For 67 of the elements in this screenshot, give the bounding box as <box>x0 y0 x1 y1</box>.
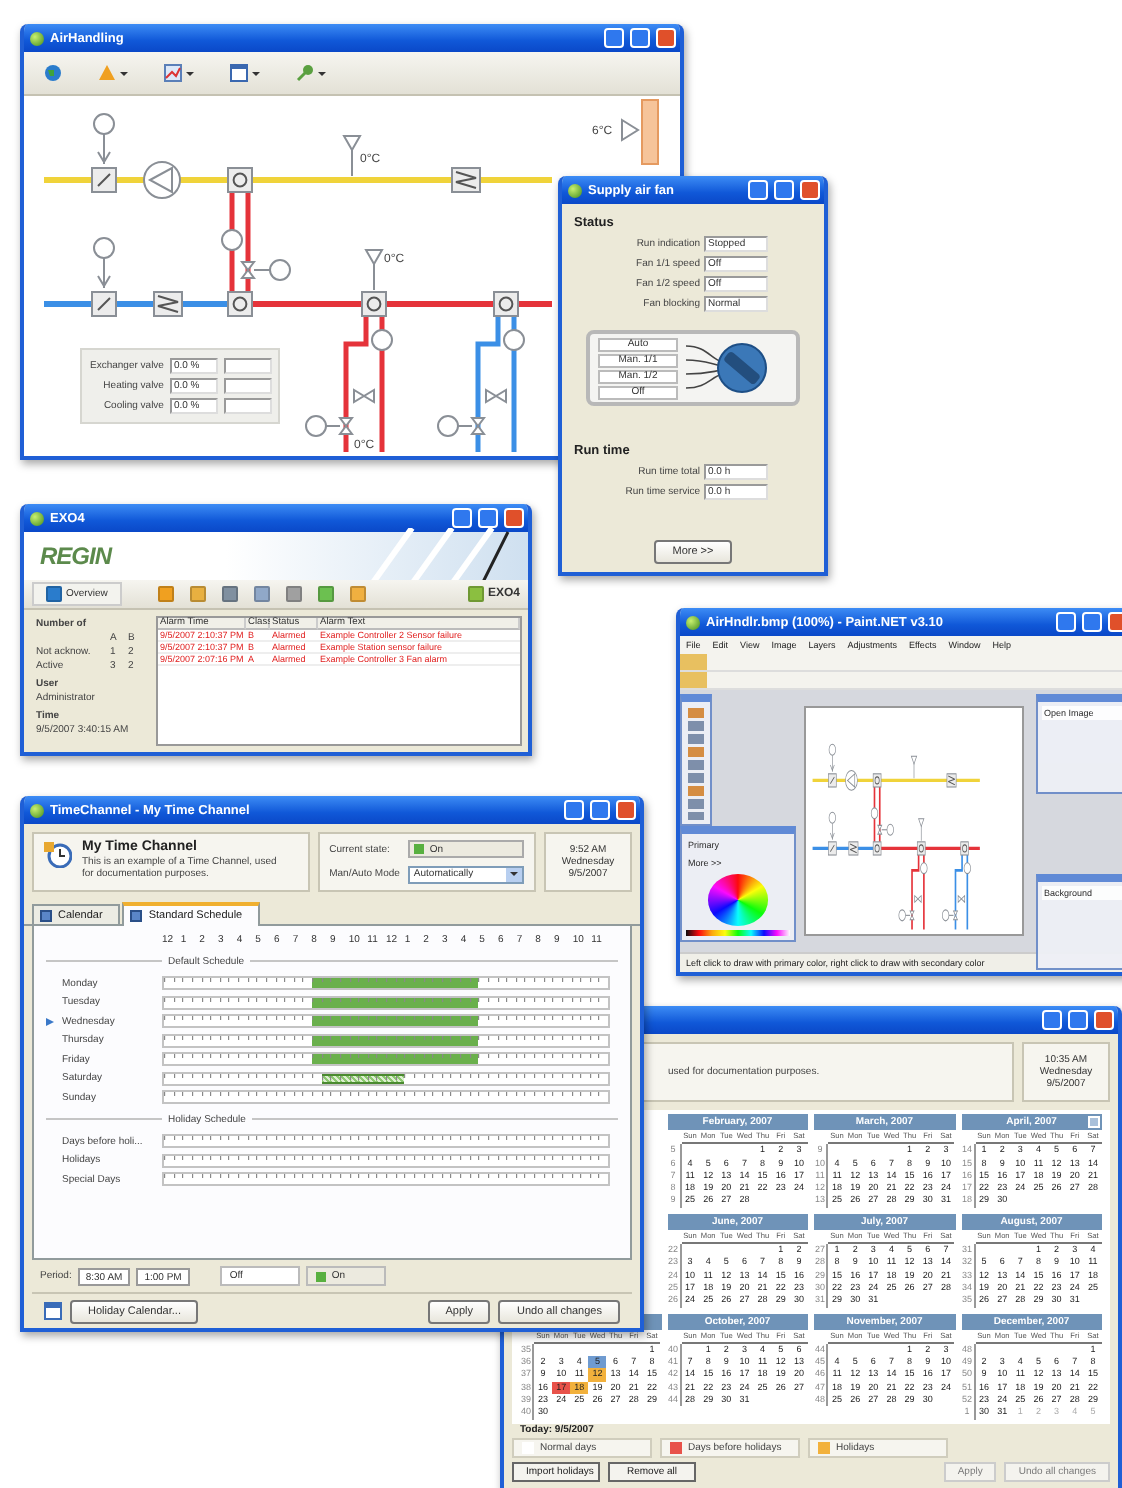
key-icon <box>296 64 314 82</box>
schedule-bar[interactable] <box>162 1052 610 1066</box>
app-icon <box>30 31 44 45</box>
schedule-bar[interactable] <box>162 1172 610 1186</box>
value-field <box>223 398 272 414</box>
schedule-bar[interactable] <box>162 1153 610 1167</box>
color-palette <box>686 929 790 936</box>
app-icon <box>568 183 582 197</box>
rotary-switch-drawing <box>686 338 770 398</box>
save-icon <box>253 586 270 602</box>
caret-icon <box>186 71 194 75</box>
tab-icon <box>130 910 143 922</box>
maximize-button[interactable] <box>1068 1010 1088 1030</box>
tab-icon <box>40 909 52 921</box>
close-button[interactable] <box>1094 1010 1114 1030</box>
minimize-button[interactable] <box>1042 1010 1062 1030</box>
alarm-icon <box>157 586 174 602</box>
schedule-bar[interactable] <box>162 1134 610 1148</box>
caret-icon <box>120 71 128 75</box>
minimize-button[interactable] <box>564 800 584 820</box>
schedule-bar[interactable] <box>162 1014 610 1028</box>
color-wheel <box>708 874 768 926</box>
minimize-button[interactable] <box>604 28 624 48</box>
print-icon <box>285 586 302 602</box>
maximize-button[interactable] <box>630 28 650 48</box>
close-button[interactable] <box>800 180 820 200</box>
maximize-button[interactable] <box>478 508 498 528</box>
globe-icon <box>44 64 62 82</box>
app-icon <box>30 511 44 525</box>
clock-icon <box>44 840 72 868</box>
document-icon <box>221 586 238 602</box>
globe-icon <box>46 586 62 602</box>
minimize-button[interactable] <box>452 508 472 528</box>
next-month-button[interactable] <box>1088 1116 1100 1128</box>
calendar-icon <box>44 1302 62 1320</box>
close-button[interactable] <box>1108 612 1122 632</box>
refresh-icon <box>317 586 334 602</box>
caret-icon <box>510 872 518 877</box>
status-indicator <box>413 844 424 855</box>
value-field <box>223 358 272 374</box>
maximize-button[interactable] <box>590 800 610 820</box>
logo: REGIN <box>40 542 112 570</box>
caret-icon <box>318 71 326 75</box>
maximize-button[interactable] <box>1082 612 1102 632</box>
brand-icon <box>467 586 484 602</box>
maximize-button[interactable] <box>774 180 794 200</box>
minimize-button[interactable] <box>1056 612 1076 632</box>
status-indicator <box>315 1271 326 1281</box>
alarm-bell-icon <box>98 64 116 82</box>
app-icon <box>30 803 44 817</box>
close-button[interactable] <box>656 28 676 48</box>
schedule-bar[interactable] <box>162 1090 610 1104</box>
acknowledge-icon <box>189 586 206 602</box>
close-button[interactable] <box>504 508 524 528</box>
schedule-bar[interactable] <box>162 1071 610 1085</box>
minimize-button[interactable] <box>748 180 768 200</box>
tool-icons-drawing <box>686 706 706 820</box>
window-icon <box>230 64 248 82</box>
settings-icon <box>349 586 366 602</box>
value-field <box>223 378 272 394</box>
schedule-bar[interactable] <box>162 1033 610 1047</box>
close-button[interactable] <box>616 800 636 820</box>
schedule-bar[interactable] <box>162 995 610 1009</box>
app-icon <box>686 615 700 629</box>
chart-icon <box>164 64 182 82</box>
schedule-bar[interactable] <box>162 976 610 990</box>
caret-icon <box>252 71 260 75</box>
